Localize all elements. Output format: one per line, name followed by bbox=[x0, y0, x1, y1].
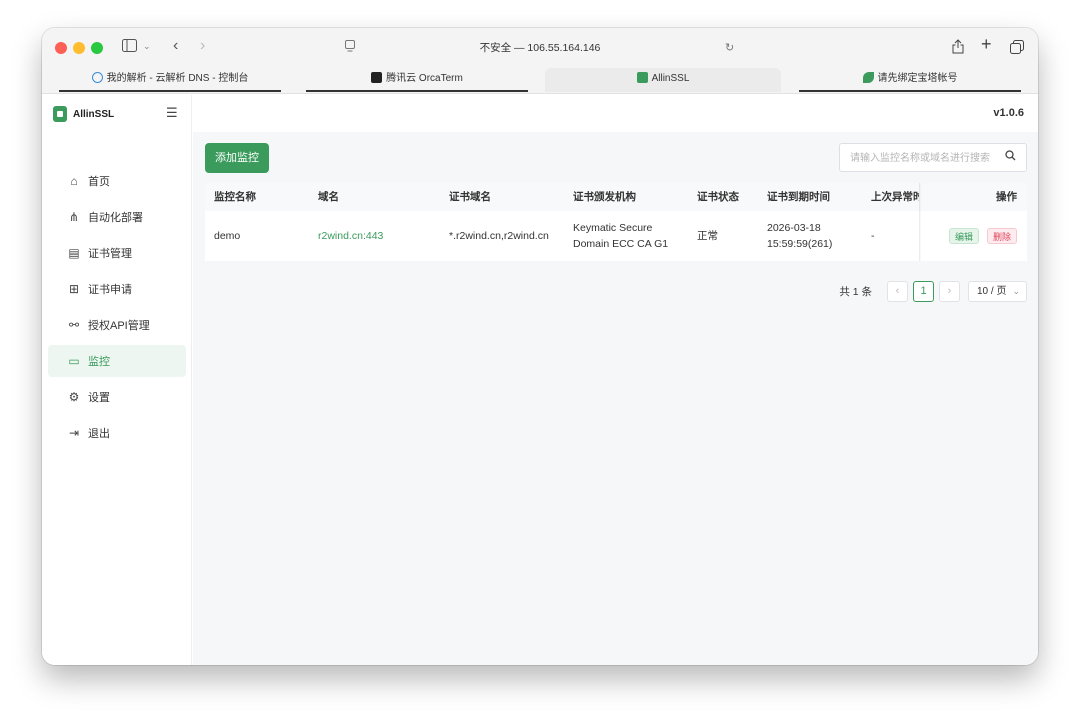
sidebar-item-label: 监控 bbox=[88, 356, 110, 368]
cert-issuer-line: Keymatic Secure bbox=[573, 222, 653, 234]
edit-button[interactable]: 编辑 bbox=[948, 228, 979, 244]
monitor-name: demo bbox=[214, 230, 241, 242]
sidebar-item-home[interactable]: ⌂ 首页 bbox=[48, 165, 186, 197]
sidebar-item-label: 退出 bbox=[88, 428, 110, 440]
brand: AllinSSL bbox=[53, 106, 114, 122]
link-icon: ⚯ bbox=[68, 318, 80, 332]
workflow-icon: ⋔ bbox=[68, 210, 80, 224]
cert-issuer: Keymatic Secure Domain ECC CA G1 bbox=[573, 211, 668, 261]
tab-dns-label: 我的解析 - 云解析 DNS - 控制台 bbox=[106, 73, 249, 84]
column-header: 域名 bbox=[318, 191, 339, 203]
column-header: 操作 bbox=[996, 191, 1017, 203]
last-error-time: - bbox=[871, 230, 875, 242]
allinssl-logo-icon bbox=[53, 106, 67, 122]
sidebar-item-label: 设置 bbox=[88, 392, 110, 404]
sidebar-item-cert-apply[interactable]: ⊞ 证书申请 bbox=[48, 273, 186, 305]
terminal-icon bbox=[371, 72, 383, 83]
sidebar-item-label: 授权API管理 bbox=[88, 320, 150, 332]
cert-expire-date: 2026-03-18 bbox=[767, 222, 821, 234]
brand-name: AllinSSL bbox=[73, 108, 115, 120]
tab-baota[interactable]: 请先绑定宝塔帐号 bbox=[799, 68, 1021, 92]
sticky-column-divider bbox=[919, 211, 921, 261]
home-icon: ⌂ bbox=[70, 174, 78, 188]
plus-square-icon: ⊞ bbox=[68, 282, 80, 296]
tab-strip: 我的解析 - 云解析 DNS - 控制台 腾讯云 OrcaTerm AllinS… bbox=[42, 68, 1038, 94]
chevron-down-icon[interactable]: ⌄ bbox=[143, 38, 151, 54]
share-icon[interactable] bbox=[952, 39, 964, 58]
page-size-select[interactable]: 10 / 页 ⌄ bbox=[968, 280, 1027, 302]
monitor-domain-link[interactable]: r2wind.cn:443 bbox=[318, 211, 383, 261]
version-label: v1.0.6 bbox=[993, 107, 1024, 119]
logout-icon: ⇥ bbox=[68, 426, 80, 440]
search-box bbox=[839, 143, 1027, 172]
cert-issuer-line: Domain ECC CA G1 bbox=[573, 238, 669, 250]
search-input[interactable] bbox=[850, 150, 990, 166]
sidebar-item-auto-deploy[interactable]: ⋔ 自动化部署 bbox=[48, 201, 186, 233]
tab-allinssl-label: AllinSSL bbox=[651, 73, 690, 84]
sidebar-item-api[interactable]: ⚯ 授权API管理 bbox=[48, 309, 186, 341]
forward-icon[interactable]: › bbox=[200, 38, 205, 54]
table-header: 监控名称 域名 证书域名 证书颁发机构 证书状态 证书到期时间 上次异常时间 操… bbox=[205, 183, 1027, 211]
leaf-icon bbox=[862, 72, 874, 83]
pagination: 共 1 条 ‹ 1 › 10 / 页 ⌄ bbox=[839, 280, 1027, 302]
cert-status: 正常 bbox=[697, 230, 718, 242]
tab-orcaterm-label: 腾讯云 OrcaTerm bbox=[386, 73, 463, 84]
next-page-button[interactable]: › bbox=[939, 280, 960, 302]
certificate-icon: ▤ bbox=[68, 246, 80, 260]
delete-button[interactable]: 删除 bbox=[986, 228, 1017, 244]
lock-icon bbox=[636, 72, 648, 83]
sticky-column-divider bbox=[919, 183, 921, 211]
monitor-table: 监控名称 域名 证书域名 证书颁发机构 证书状态 证书到期时间 上次异常时间 操… bbox=[205, 183, 1027, 261]
prev-page-button[interactable]: ‹ bbox=[887, 280, 908, 302]
tab-overview-icon[interactable] bbox=[1010, 40, 1024, 58]
collapse-menu-icon[interactable]: ☰ bbox=[166, 105, 178, 121]
sidebar: AllinSSL ☰ ⌂ 首页 ⋔ 自动化部署 ▤ 证书管理 ⊞ 证书申请 ⚯ 授权API… bbox=[42, 95, 192, 665]
cloud-icon bbox=[91, 72, 103, 83]
top-bar: v1.0.6 bbox=[193, 95, 1038, 132]
sidebar-item-monitor[interactable]: ▭ 监控 bbox=[48, 345, 186, 377]
sidebar-item-label: 首页 bbox=[88, 176, 110, 188]
column-header: 证书到期时间 bbox=[767, 191, 830, 203]
minimize-window-button[interactable] bbox=[73, 42, 85, 54]
back-icon[interactable]: ‹ bbox=[173, 38, 178, 54]
chevron-down-icon: ⌄ bbox=[1012, 285, 1020, 296]
add-monitor-button[interactable]: 添加监控 bbox=[205, 143, 269, 173]
sidebar-toggle-icon[interactable] bbox=[122, 39, 137, 56]
cert-expire-remaining: 15:59:59(261) bbox=[767, 238, 833, 250]
page-size-value: 10 / 页 bbox=[977, 285, 1007, 297]
tab-orcaterm[interactable]: 腾讯云 OrcaTerm bbox=[306, 68, 528, 92]
tab-allinssl[interactable]: AllinSSL bbox=[545, 68, 781, 92]
browser-window: ⌄ ‹ › 不安全 — 106.55.164.146 ↻ + 我的解析 - 云解… bbox=[42, 28, 1038, 665]
column-header: 监控名称 bbox=[214, 191, 256, 203]
sidebar-item-label: 证书管理 bbox=[88, 248, 132, 260]
row-actions: 编辑 删除 bbox=[941, 211, 1017, 261]
new-tab-icon[interactable]: + bbox=[981, 35, 992, 53]
column-header: 证书域名 bbox=[449, 191, 491, 203]
close-window-button[interactable] bbox=[55, 42, 67, 54]
reload-icon[interactable]: ↻ bbox=[725, 40, 734, 56]
maximize-window-button[interactable] bbox=[91, 42, 103, 54]
tab-dns[interactable]: 我的解析 - 云解析 DNS - 控制台 bbox=[59, 68, 281, 92]
search-icon[interactable] bbox=[1005, 150, 1016, 164]
gear-icon: ⚙ bbox=[68, 390, 80, 404]
table-row: demo r2wind.cn:443 *.r2wind.cn,r2wind.cn… bbox=[205, 211, 1027, 261]
column-header: 证书状态 bbox=[697, 191, 739, 203]
pagination-total: 共 1 条 bbox=[839, 285, 872, 298]
main-area: v1.0.6 添加监控 监控名称 域名 证书域名 证书颁发机构 证书状态 证书到… bbox=[193, 95, 1038, 665]
sidebar-item-label: 自动化部署 bbox=[88, 212, 143, 224]
sidebar-item-settings[interactable]: ⚙ 设置 bbox=[48, 381, 186, 413]
browser-titlebar: ⌄ ‹ › 不安全 — 106.55.164.146 ↻ + 我的解析 - 云解… bbox=[42, 28, 1038, 94]
address-bar[interactable]: 不安全 — 106.55.164.146 bbox=[340, 37, 740, 59]
cert-expire-time: 2026-03-18 15:59:59(261) bbox=[767, 211, 832, 261]
sidebar-item-logout[interactable]: ⇥ 退出 bbox=[48, 417, 186, 449]
sidebar-item-cert-manage[interactable]: ▤ 证书管理 bbox=[48, 237, 186, 269]
sidebar-item-label: 证书申请 bbox=[88, 284, 132, 296]
column-header: 证书颁发机构 bbox=[573, 191, 636, 203]
tab-baota-label: 请先绑定宝塔帐号 bbox=[877, 73, 958, 84]
monitor-icon: ▭ bbox=[68, 354, 80, 368]
page-number-button[interactable]: 1 bbox=[913, 280, 934, 302]
cert-domain: *.r2wind.cn,r2wind.cn bbox=[449, 230, 549, 242]
column-header: 上次异常时间 bbox=[871, 191, 919, 203]
